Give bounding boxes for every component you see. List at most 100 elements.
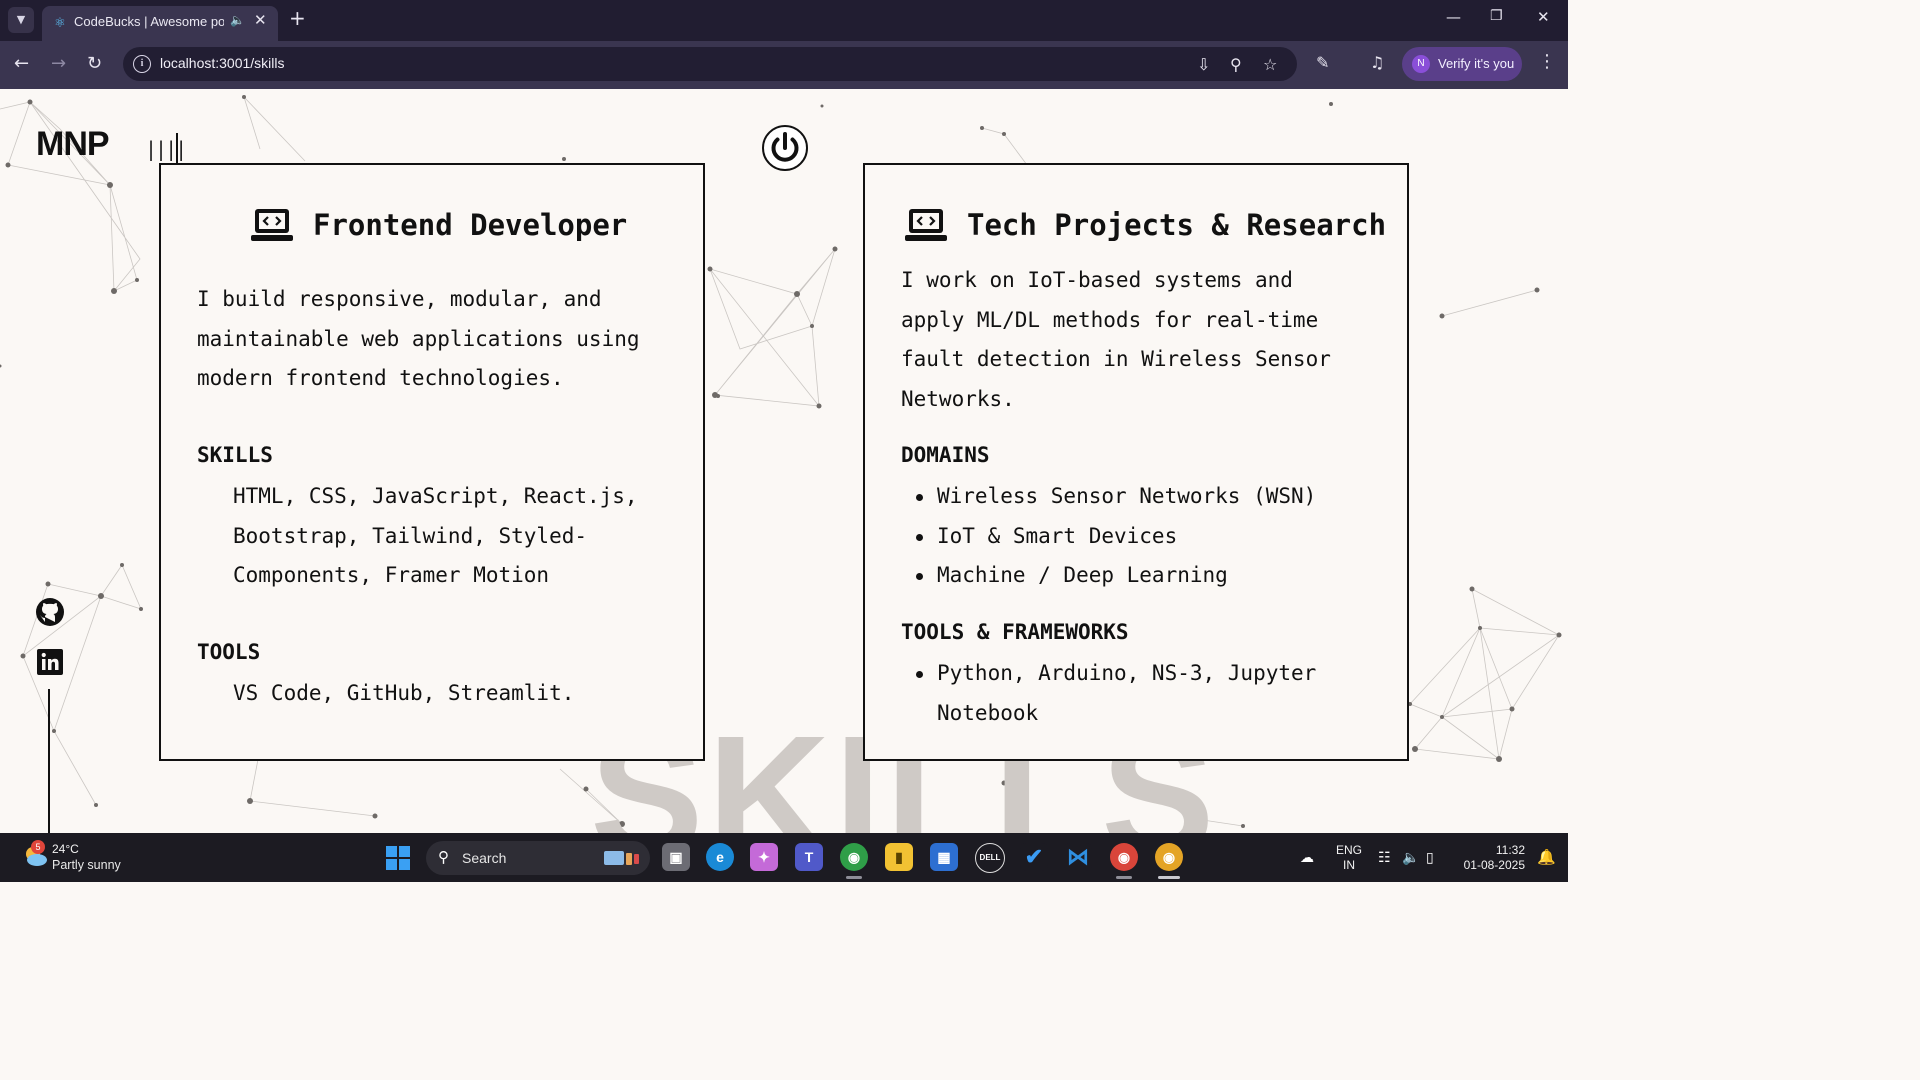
skills-line-1: HTML, CSS, JavaScript, React.js, (233, 484, 638, 508)
onedrive-icon[interactable]: ☁ (1300, 849, 1314, 866)
address-url[interactable]: localhost:3001/skills (160, 55, 285, 71)
research-card-header: Tech Projects & Research (905, 207, 1386, 243)
extensions-icon[interactable]: ✎ (1316, 53, 1329, 72)
domains-list: Wireless Sensor Networks (WSN) IoT & Sma… (901, 477, 1316, 596)
running-indicator (846, 876, 862, 879)
frontend-card-title: Frontend Developer (313, 208, 628, 242)
list-item: IoT & Smart Devices (901, 517, 1316, 557)
install-app-icon[interactable]: ⇩ (1197, 55, 1210, 74)
tab-close-icon[interactable]: ✕ (254, 11, 267, 29)
skills-line-3: Components, Framer Motion (233, 563, 550, 587)
forward-icon[interactable]: → (51, 53, 66, 74)
research-card-title: Tech Projects & Research (967, 208, 1387, 242)
dell-icon[interactable]: DELL (975, 843, 1005, 873)
wifi-icon[interactable]: ☷ (1378, 849, 1391, 866)
power-toggle-button[interactable] (762, 125, 808, 171)
search-icon: ⚲ (438, 849, 449, 866)
notification-bell-icon[interactable]: 🔔 (1537, 848, 1556, 866)
vscode-icon[interactable]: ⋈ (1064, 843, 1092, 871)
chrome-profile-n-icon[interactable]: ◉ (840, 843, 868, 871)
new-tab-icon[interactable]: + (289, 6, 306, 30)
language-indicator[interactable]: ENG IN (1336, 843, 1362, 873)
running-indicator (1116, 876, 1132, 879)
frontend-intro-line-3: modern frontend technologies. (197, 366, 564, 390)
site-info-icon[interactable]: i (133, 55, 151, 73)
laptop-code-icon (251, 209, 293, 241)
edge-icon[interactable]: e (706, 843, 734, 871)
research-intro-line-4: Networks. (901, 386, 1015, 411)
skills-label: SKILLS (197, 443, 273, 467)
tab-audio-icon[interactable]: 🔈 (230, 13, 245, 27)
power-icon (771, 132, 799, 162)
social-divider-line (48, 689, 50, 833)
search-label: Search (462, 850, 507, 866)
profile-avatar: N (1412, 55, 1430, 73)
search-highlight-icon (604, 851, 639, 865)
profile-verify-label: Verify it's you (1438, 56, 1515, 71)
browser-menu-icon[interactable]: ⋮ (1538, 51, 1556, 72)
profile-verify-button[interactable]: N Verify it's you (1402, 47, 1522, 81)
tools-frameworks-label: TOOLS & FRAMEWORKS (901, 620, 1129, 644)
research-intro-line-1: I work on IoT-based systems and (901, 268, 1293, 292)
windows-start-icon[interactable] (386, 846, 410, 870)
tab-search-chevron-icon[interactable]: ▼ (8, 7, 34, 33)
language-region: IN (1343, 858, 1355, 872)
bookmark-star-icon[interactable]: ☆ (1263, 55, 1277, 74)
address-bar[interactable]: i localhost:3001/skills ⇩ ⚲ ☆ (123, 47, 1297, 81)
chrome-active-icon[interactable]: ◉ (1155, 843, 1183, 871)
teams-icon[interactable]: T (795, 843, 823, 871)
skills-page: SKILLS MNP |||| Frontend Developer I bui… (0, 89, 1568, 833)
microsoft-store-icon[interactable]: ▦ (930, 843, 958, 871)
github-icon[interactable] (34, 596, 66, 628)
list-item: Machine / Deep Learning (901, 556, 1316, 596)
linkedin-icon[interactable] (34, 646, 66, 678)
clock-time: 11:32 (1495, 843, 1525, 857)
weather-temperature[interactable]: 24°C (52, 842, 79, 856)
volume-icon[interactable]: 🔈 (1402, 849, 1419, 866)
todo-icon[interactable]: ✔ (1020, 843, 1048, 871)
tab-title: CodeBucks | Awesome portfolio website (74, 14, 224, 29)
browser-tab-bar: ▼ ⚛ CodeBucks | Awesome portfolio websit… (0, 0, 1568, 41)
task-view-icon[interactable]: ▣ (662, 843, 690, 871)
react-favicon-icon: ⚛ (54, 15, 66, 30)
tools-label: TOOLS (197, 640, 261, 664)
chrome-profile-m-icon[interactable]: ◉ (1110, 843, 1138, 871)
frontend-developer-card: Frontend Developer I build responsive, m… (159, 163, 705, 761)
browser-toolbar: ← → ↻ i localhost:3001/skills ⇩ ⚲ ☆ ✎ ♫ … (0, 41, 1568, 89)
domains-label: DOMAINS (901, 443, 990, 467)
weather-badge: 5 (31, 840, 45, 854)
tech-research-card: Tech Projects & Research I work on IoT-b… (863, 163, 1409, 761)
laptop-code-icon (905, 209, 947, 241)
weather-condition[interactable]: Partly sunny (52, 858, 121, 872)
system-clock[interactable]: 11:32 01-08-2025 (1460, 843, 1525, 873)
zoom-icon[interactable]: ⚲ (1230, 55, 1242, 74)
battery-icon[interactable]: ▯ (1426, 849, 1434, 866)
skills-line-2: Bootstrap, Tailwind, Styled- (233, 523, 588, 548)
taskbar-search-box[interactable]: ⚲ Search (426, 841, 650, 875)
copilot-icon[interactable]: ✦ (750, 843, 778, 871)
site-logo[interactable]: MNP (36, 125, 110, 164)
browser-tab-active[interactable]: ⚛ CodeBucks | Awesome portfolio website … (42, 6, 278, 41)
media-controls-icon[interactable]: ♫ (1370, 53, 1384, 72)
clock-date: 01-08-2025 (1463, 858, 1525, 872)
file-explorer-icon[interactable]: ▮ (885, 843, 913, 871)
back-icon[interactable]: ← (14, 53, 29, 74)
menu-bars-icon[interactable]: |||| (145, 137, 187, 161)
windows-taskbar: 5 24°C Partly sunny ⚲ Search ▣ e ✦ T ◉ ▮… (0, 833, 1568, 882)
language-code: ENG (1336, 843, 1363, 857)
active-app-indicator (1158, 876, 1180, 879)
research-intro-line-2: apply ML/DL methods for real-time (901, 307, 1319, 332)
minimize-icon[interactable]: — (1446, 8, 1461, 26)
frontend-intro-line-2: maintainable web applications using (197, 326, 640, 351)
restore-icon[interactable]: ❐ (1490, 8, 1503, 24)
frontend-intro-line-1: I build responsive, modular, and (197, 287, 602, 311)
research-intro-line-3: fault detection in Wireless Sensor (901, 347, 1331, 371)
tools-frameworks-list: Python, Arduino, NS-3, Jupyter Notebook (901, 654, 1316, 733)
tools-list: VS Code, GitHub, Streamlit. (233, 681, 575, 705)
list-item: Python, Arduino, NS-3, Jupyter (901, 654, 1316, 694)
window-close-icon[interactable]: ✕ (1537, 8, 1550, 26)
list-item: Wireless Sensor Networks (WSN) (901, 477, 1316, 517)
frontend-card-header: Frontend Developer (251, 207, 627, 243)
reload-icon[interactable]: ↻ (87, 53, 102, 74)
list-item-continuation: Notebook (937, 700, 1039, 725)
